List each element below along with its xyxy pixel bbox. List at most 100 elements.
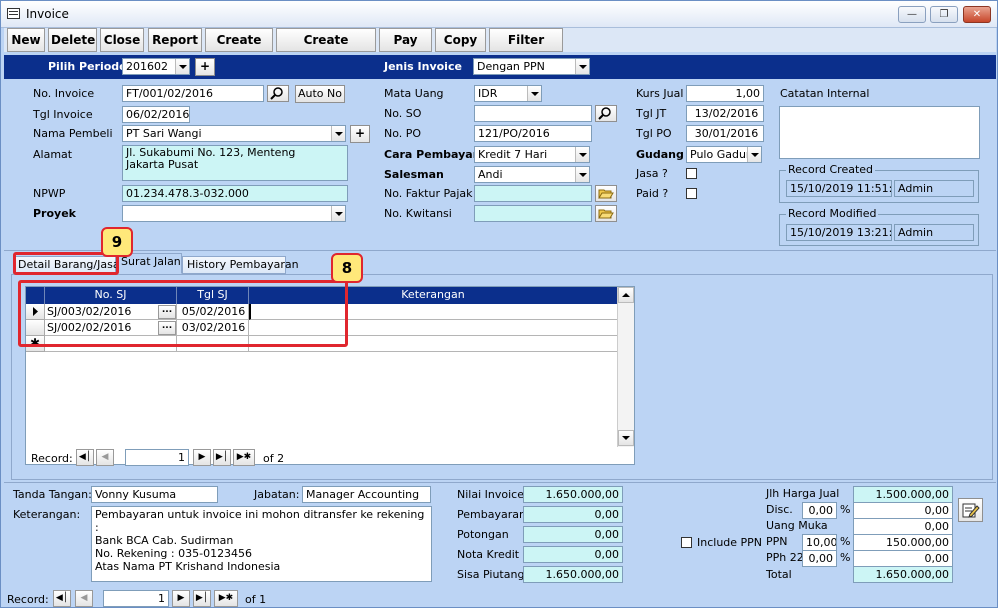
- periode-value: 201602: [126, 60, 168, 73]
- auto-no-button[interactable]: Auto No: [295, 85, 345, 103]
- cara-pembayaran-select[interactable]: Kredit 7 Hari: [474, 146, 590, 163]
- grid-vertical-scrollbar[interactable]: [617, 287, 634, 447]
- keterangan-label: Keterangan:: [13, 508, 81, 521]
- add-periode-button[interactable]: +: [195, 58, 215, 76]
- chevron-down-icon: [331, 206, 345, 221]
- include-ppn-checkbox[interactable]: [681, 537, 692, 548]
- salesman-label: Salesman: [384, 168, 444, 181]
- next-record-button[interactable]: ▶: [193, 449, 211, 466]
- uang-muka-label: Uang Muka: [766, 519, 828, 532]
- search-invoice-button[interactable]: [267, 85, 289, 102]
- kurs-jual-label: Kurs Jual: [636, 87, 684, 100]
- delete-button[interactable]: Delete: [48, 28, 97, 52]
- tgl-jt-label: Tgl JT: [636, 107, 667, 120]
- copy-button[interactable]: Copy: [435, 28, 486, 52]
- alamat-field[interactable]: Jl. Sukabumi No. 123, Menteng Jakarta Pu…: [122, 145, 348, 181]
- restore-button[interactable]: ❐: [930, 6, 958, 23]
- record-number-field[interactable]: 1: [125, 449, 189, 466]
- last-record-button[interactable]: ▶│: [213, 449, 231, 466]
- mata-uang-label: Mata Uang: [384, 87, 444, 100]
- pilih-periode-label: Pilih Periode: [48, 60, 127, 73]
- periode-select[interactable]: 201602: [122, 58, 190, 75]
- record-count: of 1: [245, 593, 267, 606]
- catatan-internal-field[interactable]: [779, 106, 980, 159]
- pembayaran-field: 0,00: [523, 506, 623, 523]
- no-invoice-field[interactable]: FT/001/02/2016: [122, 85, 264, 102]
- include-ppn-label: Include PPN: [697, 536, 763, 549]
- jabatan-label: Jabatan:: [254, 488, 300, 501]
- record-created-group: Record Created 15/10/2019 11:51:11 Admin: [779, 163, 979, 203]
- salesman-select[interactable]: Andi: [474, 166, 590, 183]
- no-po-field[interactable]: 121/PO/2016: [474, 125, 592, 142]
- filter-data-button[interactable]: Filter Data: [489, 28, 563, 69]
- open-kwitansi-button[interactable]: [595, 205, 617, 222]
- no-po-label: No. PO: [384, 127, 422, 140]
- paid-checkbox[interactable]: [686, 188, 697, 199]
- salesman-value: Andi: [478, 168, 503, 181]
- new-record-button[interactable]: ▶✱: [233, 449, 255, 466]
- no-kwitansi-field[interactable]: [474, 205, 592, 222]
- disc-pct-field[interactable]: 0,00: [802, 502, 837, 519]
- proyek-select[interactable]: [122, 205, 346, 222]
- tgl-invoice-field[interactable]: 06/02/2016: [122, 106, 190, 123]
- add-pembeli-button[interactable]: +: [350, 125, 370, 143]
- close-window-button[interactable]: ✕: [963, 6, 991, 23]
- pph-22-label: PPh 22: [766, 551, 804, 564]
- open-faktur-button[interactable]: [595, 185, 617, 202]
- pph-22-pct-field[interactable]: 0,00: [802, 550, 837, 567]
- tgl-po-field[interactable]: 30/01/2016: [686, 125, 764, 142]
- create-kwitansi-button[interactable]: Create Kwitansi: [276, 28, 376, 69]
- no-faktur-pajak-field[interactable]: [474, 185, 592, 202]
- jasa-checkbox[interactable]: [686, 168, 697, 179]
- tab-history-pembayaran[interactable]: History Pembayaran: [182, 256, 299, 274]
- gudang-select[interactable]: Pulo Gadung: [686, 146, 762, 163]
- minimize-button[interactable]: —: [898, 6, 926, 23]
- scroll-up-arrow[interactable]: [618, 287, 634, 303]
- nilai-invoice-label: Nilai Invoice: [457, 488, 524, 501]
- window-title: Invoice: [26, 7, 69, 21]
- kurs-jual-field[interactable]: 1,00: [686, 85, 764, 102]
- jenis-invoice-select[interactable]: Dengan PPN: [473, 58, 590, 75]
- tanda-tangan-field[interactable]: Vonny Kusuma: [91, 486, 218, 503]
- search-icon: [598, 107, 611, 120]
- edit-note-button[interactable]: [958, 498, 983, 522]
- folder-open-icon: [598, 189, 614, 199]
- record-created-date: 15/10/2019 11:51:11: [786, 180, 892, 197]
- gudang-label: Gudang: [636, 148, 684, 161]
- no-so-field[interactable]: [474, 105, 592, 122]
- tanda-tangan-label: Tanda Tangan:: [13, 488, 92, 501]
- nama-pembeli-select[interactable]: PT Sari Wangi: [122, 125, 346, 142]
- divider: [4, 482, 996, 483]
- new-button[interactable]: New: [7, 28, 45, 52]
- first-record-button[interactable]: ◀│: [76, 449, 94, 466]
- prev-record-button[interactable]: ◀: [75, 590, 93, 607]
- last-record-button[interactable]: ▶│: [193, 590, 211, 607]
- edit-note-icon: [962, 503, 980, 518]
- prev-record-button[interactable]: ◀: [96, 449, 114, 466]
- close-button[interactable]: Close: [100, 28, 144, 52]
- keterangan-field[interactable]: Pembayaran untuk invoice ini mohon ditra…: [91, 506, 432, 582]
- pph-22-field: 0,00: [853, 550, 953, 567]
- uang-muka-field[interactable]: 0,00: [853, 518, 953, 535]
- record-number-field[interactable]: 1: [103, 590, 169, 607]
- first-record-button[interactable]: ◀│: [53, 590, 71, 607]
- jabatan-field[interactable]: Manager Accounting: [302, 486, 431, 503]
- pay-button[interactable]: Pay: [379, 28, 432, 52]
- next-record-button[interactable]: ▶: [172, 590, 190, 607]
- cara-pembayaran-value: Kredit 7 Hari: [478, 148, 548, 161]
- disc-field[interactable]: 0,00: [853, 502, 953, 519]
- mata-uang-select[interactable]: IDR: [474, 85, 542, 102]
- report-button[interactable]: Report: [148, 28, 202, 52]
- create-fp-button[interactable]: Create FP: [205, 28, 273, 69]
- ppn-field: 150.000,00: [853, 534, 953, 551]
- new-record-button[interactable]: ▶✱: [214, 590, 238, 607]
- sisa-piutang-label: Sisa Piutang: [457, 568, 525, 581]
- invoice-footer-form: Tanda Tangan: Vonny Kusuma Jabatan: Mana…: [4, 484, 996, 588]
- chevron-up-icon: [622, 293, 630, 297]
- ppn-pct-field[interactable]: 10,00: [802, 534, 837, 551]
- search-so-button[interactable]: [595, 105, 617, 122]
- npwp-field[interactable]: 01.234.478.3-032.000: [122, 185, 348, 202]
- nota-kredit-label: Nota Kredit: [457, 548, 520, 561]
- tgl-jt-field[interactable]: 13/02/2016: [686, 105, 764, 122]
- scroll-down-arrow[interactable]: [618, 430, 634, 446]
